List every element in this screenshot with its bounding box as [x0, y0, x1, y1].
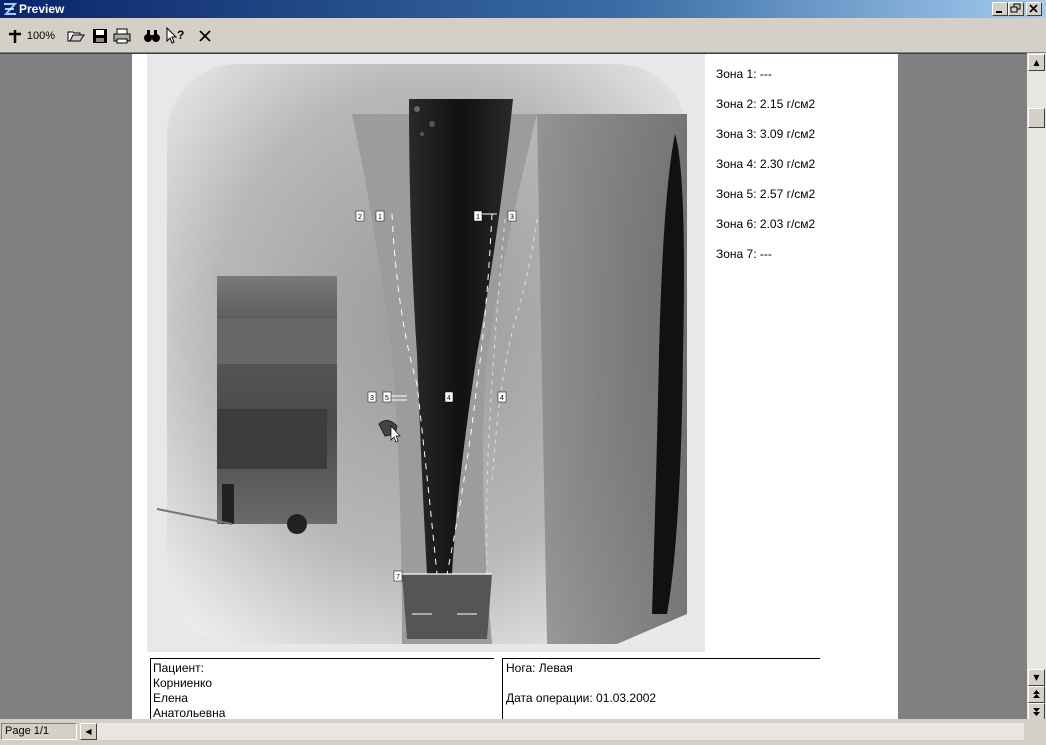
page-indicator: Page 1/1	[1, 723, 77, 740]
window-title: Preview	[19, 2, 65, 16]
close-window-button[interactable]	[1026, 2, 1042, 16]
zoom-icon	[8, 30, 21, 43]
table-border	[502, 658, 503, 720]
xray-marker-label: 1	[476, 214, 480, 221]
xray-marker-label: 4	[500, 395, 504, 402]
patient-info-table: Пациент: Корниенко Елена Анатольевна Ног…	[150, 658, 820, 720]
xray-marker-label: 5	[385, 395, 389, 402]
close-preview-button[interactable]	[195, 26, 215, 46]
open-icon	[67, 31, 85, 42]
xray-marker-label: 7	[396, 574, 400, 581]
zone-7: Зона 7: ---	[716, 247, 772, 261]
scroll-left-button[interactable]: ◀	[80, 723, 97, 740]
zone-6: Зона 6: 2.03 г/см2	[716, 217, 816, 231]
save-icon	[93, 29, 107, 43]
page-down-icon	[1033, 708, 1040, 716]
save-button[interactable]	[90, 26, 110, 46]
report-page: 2 1 1 3 3 5 4 4 7 Зона 1: --- Зона 2: 2.15 г/см2…	[132, 54, 898, 720]
scroll-up-button[interactable]: ▲	[1028, 54, 1045, 71]
close-icon	[199, 30, 211, 42]
open-button[interactable]	[66, 26, 86, 46]
minimize-button[interactable]	[992, 2, 1008, 16]
help-pointer-icon: ?	[166, 27, 184, 44]
zone-results: Зона 1: --- Зона 2: 2.15 г/см2 Зона 3: 3…	[716, 66, 815, 276]
table-border	[502, 658, 820, 659]
status-bar: Page 1/1 ◀	[0, 719, 1046, 745]
page-up-icon	[1033, 690, 1040, 698]
title-bar: Preview	[0, 0, 1046, 18]
restore-button[interactable]	[1008, 2, 1024, 16]
print-icon	[113, 28, 131, 44]
minimize-icon	[996, 11, 1002, 13]
operation-date: Дата операции: 01.03.2002	[506, 691, 657, 705]
zone-5: Зона 5: 2.57 г/см2	[716, 187, 816, 201]
find-button[interactable]	[142, 26, 162, 46]
app-icon	[3, 3, 18, 15]
next-page-button[interactable]	[1028, 703, 1045, 720]
zone-4: Зона 4: 2.30 г/см2	[716, 157, 816, 171]
xray-marker-label: 4	[447, 395, 451, 402]
patient-cell: Пациент: Корниенко Елена Анатольевна	[153, 661, 225, 720]
vertical-scrollbar[interactable]: ▲ ▼	[1027, 53, 1046, 720]
table-border	[150, 658, 151, 720]
zone-2: Зона 2: 2.15 г/см2	[716, 97, 816, 111]
table-border	[150, 658, 494, 659]
patient-surname: Корниенко	[153, 676, 213, 690]
help-pointer-button[interactable]: ?	[164, 26, 186, 46]
horizontal-scrollbar[interactable]: ◀	[80, 723, 1024, 740]
restore-icon	[1010, 3, 1021, 13]
xray-marker-label: 3	[510, 214, 514, 221]
xray-marker-label: 1	[378, 214, 382, 221]
svg-text:?: ?	[177, 28, 184, 42]
xray-marker-label: 3	[370, 395, 374, 402]
preview-workspace: 2 1 1 3 3 5 4 4 7 Зона 1: --- Зона 2: 2.15 г/см2…	[0, 53, 1027, 720]
zoom-button[interactable]: 100%	[6, 26, 56, 46]
close-window-icon	[1029, 4, 1038, 13]
zoom-label: 100%	[26, 30, 56, 42]
scroll-thumb[interactable]	[1028, 108, 1045, 128]
leg-info: Нога: Левая	[506, 661, 573, 675]
print-button[interactable]	[112, 26, 132, 46]
zone-1: Зона 1: ---	[716, 67, 772, 81]
xray-image: 2 1 1 3 3 5 4 4 7	[147, 54, 705, 652]
patient-patronymic: Анатольевна	[153, 706, 226, 720]
find-icon	[144, 30, 160, 42]
scroll-down-button[interactable]: ▼	[1028, 669, 1045, 686]
xray-marker-label: 2	[358, 214, 362, 221]
zone-3: Зона 3: 3.09 г/см2	[716, 127, 816, 141]
toolbar: 100% ?	[0, 18, 1046, 53]
patient-label: Пациент:	[153, 661, 205, 675]
previous-page-button[interactable]	[1028, 686, 1045, 703]
patient-name: Елена	[153, 691, 188, 705]
